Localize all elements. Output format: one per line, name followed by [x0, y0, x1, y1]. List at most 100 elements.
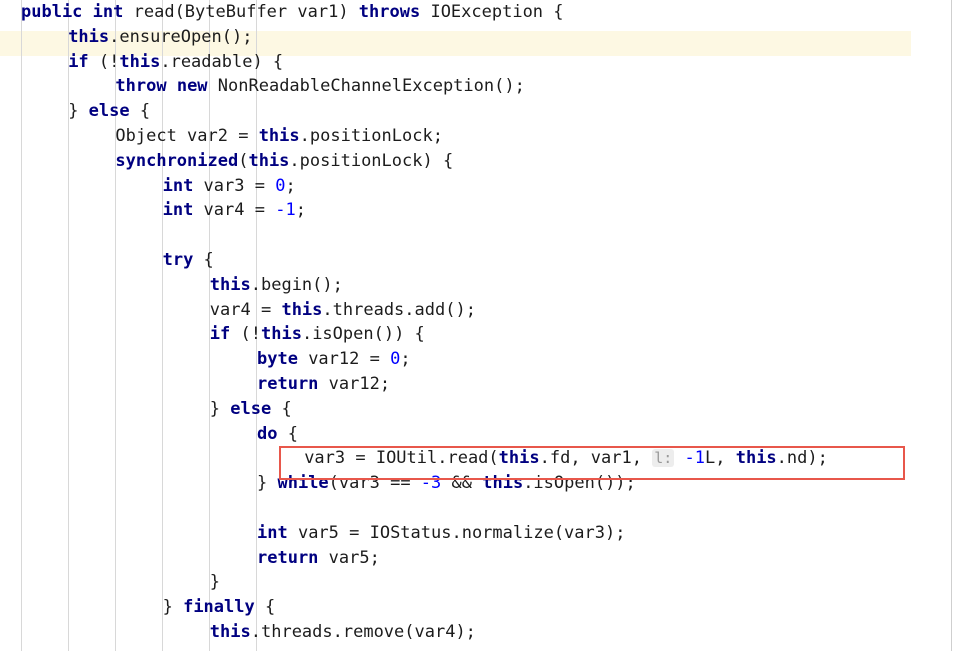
code-token-id: ; [400, 349, 411, 370]
code-token-id: .threads.remove(var4); [250, 621, 476, 642]
code-token-kw: this [261, 324, 302, 345]
code-token-id: (var3 == [328, 473, 421, 494]
code-token-id: L, [705, 448, 736, 469]
code-token-kw: this [482, 473, 524, 494]
code-line[interactable]: if (!this.isOpen()) { [0, 322, 957, 347]
code-token-id: } [68, 101, 89, 122]
code-token-id: var12 = [297, 349, 391, 370]
code-line[interactable]: var4 = this.threads.add(); [0, 298, 957, 323]
code-token-kw: return [257, 547, 319, 568]
code-line[interactable]: throw new NonReadableChannelException(); [0, 74, 957, 99]
code-token-kw: else [88, 101, 130, 122]
code-token-id: var5; [318, 547, 380, 568]
code-token-id: } [257, 473, 278, 494]
code-token-kw: int [162, 200, 194, 221]
code-token-kw: else [230, 398, 272, 419]
code-token-kw: new [176, 76, 208, 97]
code-line[interactable]: var3 = IOUtil.read(this.fd, var1, l: -1L… [0, 446, 957, 471]
editor-right-edge [951, 0, 952, 651]
code-token-id: { [129, 101, 151, 122]
code-token-kw: if [68, 51, 89, 72]
code-token-kw: int [162, 175, 194, 196]
code-token-id [674, 448, 684, 468]
code-token-id: } [162, 597, 184, 618]
code-token-id: .fd, var1, [539, 448, 653, 469]
code-token-id [167, 76, 177, 96]
code-content[interactable]: public int read(ByteBuffer var1) throws … [0, 0, 957, 645]
code-line[interactable]: return var12; [0, 372, 957, 397]
code-token-id: .readable) { [160, 51, 284, 72]
code-token-kw: this [258, 125, 300, 146]
code-token-kw: this [281, 299, 323, 320]
code-token-kw: this [248, 150, 290, 171]
code-token-id: { [193, 249, 214, 270]
code-token-id: ( [238, 150, 249, 171]
code-token-id: { [277, 423, 298, 444]
code-token-id: .positionLock) { [289, 150, 454, 171]
code-line[interactable]: } while(var3 == -3 && this.isOpen()); [0, 471, 957, 496]
code-token-id: var4 = [193, 200, 276, 221]
code-line[interactable]: } [0, 570, 957, 595]
code-line[interactable] [0, 223, 957, 248]
code-token-kw: this [209, 621, 251, 642]
code-line[interactable]: this.begin(); [0, 273, 957, 298]
code-line[interactable]: int var4 = -1; [0, 198, 957, 223]
code-line[interactable]: if (!this.readable) { [0, 50, 957, 75]
code-token-kw: public [21, 2, 83, 22]
code-token-id: var5 = IOStatus.normalize(var3); [287, 522, 626, 543]
code-token-id: var12; [318, 373, 391, 394]
code-line[interactable]: do { [0, 422, 957, 447]
code-line[interactable] [0, 496, 957, 521]
code-token-id: NonReadableChannelException(); [207, 76, 525, 97]
code-token-kw: this [68, 26, 110, 47]
code-token-id: .positionLock; [299, 125, 443, 146]
code-line[interactable]: byte var12 = 0; [0, 347, 957, 372]
code-line[interactable]: public int read(ByteBuffer var1) throws … [0, 0, 957, 25]
code-token-id: Object var2 = [115, 125, 259, 146]
code-token-id: IOException { [420, 2, 564, 22]
code-line[interactable]: int var3 = 0; [0, 174, 957, 199]
code-line[interactable]: } else { [0, 397, 957, 422]
code-line[interactable]: return var5; [0, 546, 957, 571]
code-token-kw: while [277, 473, 329, 494]
code-token-id: .threads.add(); [322, 299, 476, 320]
code-token-num: -3 [420, 473, 442, 494]
code-line[interactable]: Object var2 = this.positionLock; [0, 124, 957, 149]
code-token-num: -1 [275, 200, 296, 221]
code-token-kw: throws [358, 2, 421, 22]
code-line[interactable]: this.ensureOpen(); [0, 25, 957, 50]
code-token-kw: synchronized [115, 150, 239, 171]
code-line[interactable]: this.threads.remove(var4); [0, 620, 957, 645]
code-token-id: { [271, 398, 292, 419]
code-token-id: read(ByteBuffer var1) [123, 2, 359, 22]
code-token-id: var3 = [193, 175, 276, 196]
code-token-num: 0 [275, 175, 286, 196]
code-token-id: .begin(); [250, 274, 343, 295]
code-token-kw: return [257, 373, 319, 394]
code-token-id: } [209, 572, 221, 593]
code-token-kw: finally [183, 597, 255, 618]
code-token-id: } [209, 398, 231, 419]
code-token-kw: if [209, 324, 231, 345]
code-token-id: ; [295, 200, 306, 221]
code-line[interactable]: } finally { [0, 595, 957, 620]
code-token-id: { [254, 597, 276, 618]
code-token-id: .isOpen()) { [301, 324, 425, 345]
code-line[interactable]: } else { [0, 99, 957, 124]
code-token-kw: do [257, 423, 278, 444]
code-token-num: 0 [390, 349, 401, 370]
code-line[interactable]: synchronized(this.positionLock) { [0, 149, 957, 174]
code-token-kw: int [257, 522, 288, 543]
code-token-id: (! [230, 324, 261, 345]
parameter-hint: l: [652, 449, 675, 468]
code-token-kw: this [498, 448, 540, 469]
code-token-id: .ensureOpen(); [109, 26, 253, 47]
code-editor[interactable]: public int read(ByteBuffer var1) throws … [0, 0, 957, 651]
code-token-num: -1 [684, 448, 705, 469]
code-token-kw: int [92, 2, 124, 22]
code-token-id: .nd); [776, 448, 828, 469]
code-line[interactable]: int var5 = IOStatus.normalize(var3); [0, 521, 957, 546]
code-token-id: var3 = IOUtil.read( [304, 448, 499, 469]
code-line[interactable]: try { [0, 248, 957, 273]
code-token-kw: byte [257, 349, 298, 370]
